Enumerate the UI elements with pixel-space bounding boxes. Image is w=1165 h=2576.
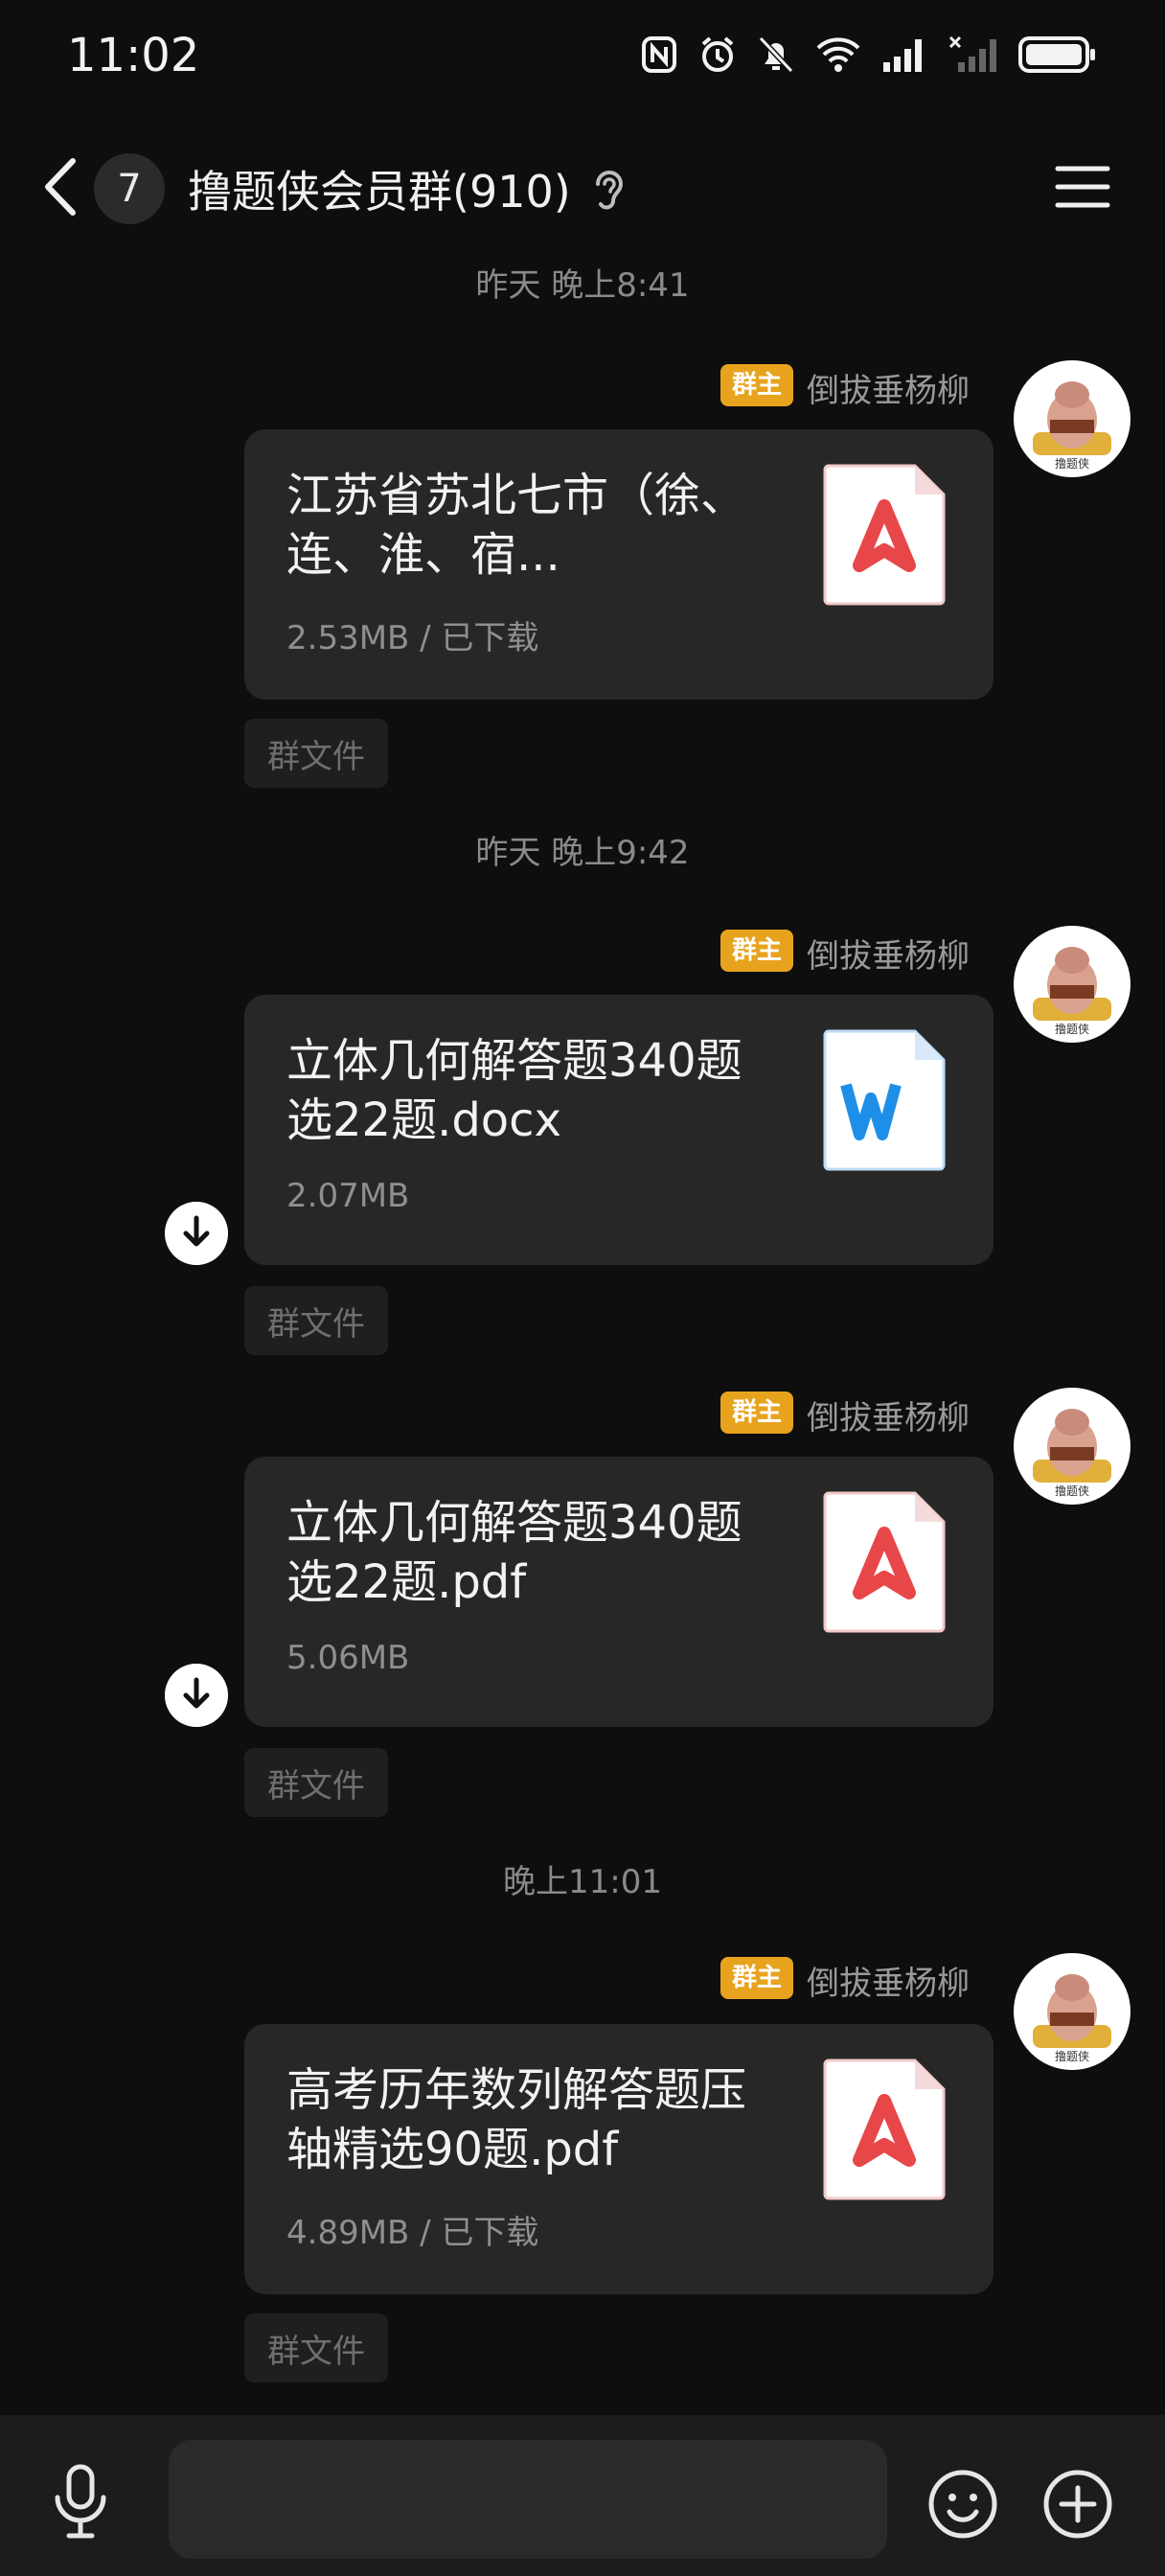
plus-icon[interactable]: [1042, 2469, 1113, 2540]
emoji-icon[interactable]: [927, 2469, 998, 2540]
wifi-icon: [816, 37, 860, 72]
avatar[interactable]: 撸题侠: [1014, 360, 1131, 477]
download-icon[interactable]: [165, 1202, 228, 1265]
microphone-icon[interactable]: [50, 2463, 111, 2540]
svg-text:撸题侠: 撸题侠: [1055, 1022, 1089, 1036]
group-file-tag[interactable]: 群文件: [244, 719, 388, 788]
timestamp: 昨天 晚上9:42: [475, 834, 690, 872]
avatar[interactable]: 撸题侠: [1014, 1388, 1131, 1505]
timestamp: 晚上11:01: [503, 1863, 662, 1901]
svg-text:撸题侠: 撸题侠: [1055, 456, 1089, 471]
pdf-icon: [823, 1491, 946, 1633]
file-card[interactable]: 江苏省苏北七市（徐、连、淮、宿... 2.53MB / 已下载: [244, 429, 994, 700]
file-name: 立体几何解答题340题选22题.docx: [286, 1034, 742, 1147]
sender-name[interactable]: 倒拔垂杨柳: [807, 364, 970, 411]
group-file-tag[interactable]: 群文件: [244, 2313, 388, 2382]
download-icon[interactable]: [165, 1664, 228, 1727]
timestamp: 昨天 晚上8:41: [475, 266, 690, 305]
avatar[interactable]: 撸题侠: [1014, 1953, 1131, 2070]
file-card[interactable]: 立体几何解答题340题选22题.pdf 5.06MB: [244, 1457, 994, 1727]
owner-badge: 群主: [720, 1392, 794, 1434]
ear-icon[interactable]: [588, 165, 630, 218]
battery-icon: [1018, 36, 1095, 73]
message-input[interactable]: [169, 2440, 887, 2559]
pdf-icon: [823, 2058, 946, 2200]
group-file-tag[interactable]: 群文件: [244, 1748, 388, 1817]
menu-icon[interactable]: [1054, 163, 1111, 211]
file-name: 高考历年数列解答题压轴精选90题.pdf: [286, 2063, 746, 2176]
file-meta: 4.89MB / 已下载: [286, 2214, 539, 2252]
pdf-icon: [823, 464, 946, 606]
signal-icon: [883, 39, 922, 72]
file-name: 江苏省苏北七市（徐、连、淮、宿...: [286, 469, 746, 582]
signal-2-icon: [948, 35, 996, 72]
avatar[interactable]: 撸题侠: [1014, 926, 1131, 1043]
status-time: 11:02: [67, 29, 200, 82]
file-name: 立体几何解答题340题选22题.pdf: [286, 1496, 742, 1609]
sender-name[interactable]: 倒拔垂杨柳: [807, 930, 970, 977]
back-arrow-icon[interactable]: [38, 153, 86, 220]
svg-text:撸题侠: 撸题侠: [1055, 2049, 1089, 2063]
owner-badge: 群主: [720, 364, 794, 406]
bell-mute-icon: [758, 35, 794, 74]
file-meta: 2.53MB / 已下载: [286, 619, 539, 657]
sender-name[interactable]: 倒拔垂杨柳: [807, 1392, 970, 1438]
file-card[interactable]: 立体几何解答题340题选22题.docx 2.07MB: [244, 995, 994, 1265]
owner-badge: 群主: [720, 930, 794, 972]
status-icons: [640, 34, 1098, 75]
file-meta: 5.06MB: [286, 1639, 410, 1677]
file-card[interactable]: 高考历年数列解答题压轴精选90题.pdf 4.89MB / 已下载: [244, 2024, 994, 2294]
alarm-icon: [701, 36, 734, 72]
sender-name[interactable]: 倒拔垂杨柳: [807, 1957, 970, 2004]
group-title[interactable]: 撸题侠会员群(910): [188, 157, 571, 220]
svg-text:撸题侠: 撸题侠: [1055, 1484, 1089, 1498]
nfc-icon: [642, 36, 676, 73]
file-meta: 2.07MB: [286, 1177, 410, 1215]
owner-badge: 群主: [720, 1957, 794, 1999]
group-file-tag[interactable]: 群文件: [244, 1286, 388, 1355]
unread-count-badge[interactable]: 7: [94, 153, 165, 224]
word-icon: [823, 1029, 946, 1171]
